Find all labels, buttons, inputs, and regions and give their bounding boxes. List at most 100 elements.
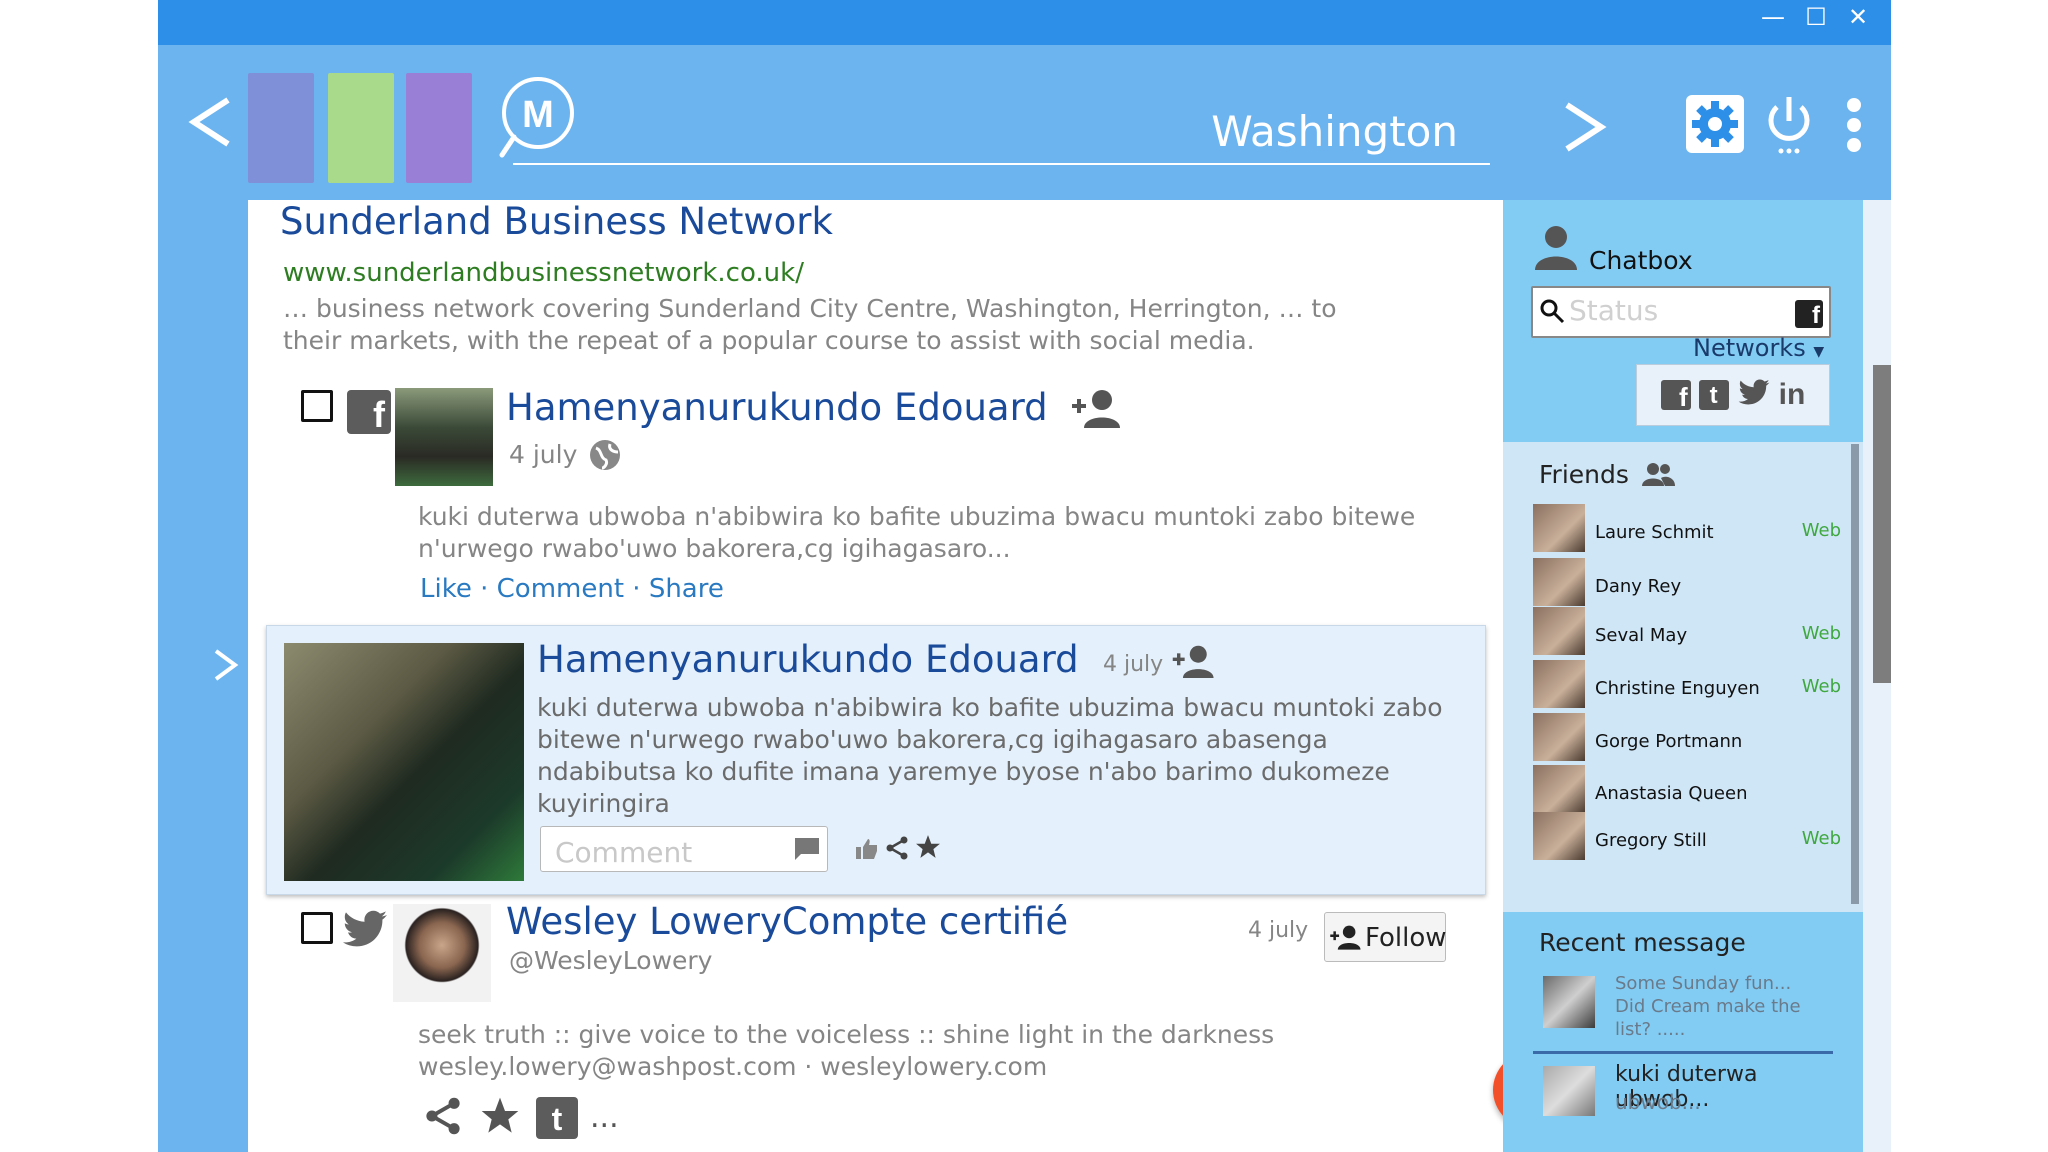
title-bar: — ☐ ✕ [158, 0, 1891, 45]
expanded-text-line4: kuyiringira [537, 789, 670, 818]
minimize-button[interactable]: — [1753, 0, 1793, 34]
tumblr-icon[interactable]: t [536, 1097, 578, 1139]
friend-avatar [1533, 812, 1585, 860]
post-author[interactable]: Hamenyanurukundo Edouard [506, 386, 1048, 429]
expanded-text-line1: kuki duterwa ubwoba n'abibwira ko bafite… [537, 693, 1443, 722]
post-checkbox[interactable] [301, 390, 333, 422]
share-icon[interactable] [885, 836, 909, 864]
twitter-icon[interactable] [1737, 379, 1771, 411]
message-avatar [1543, 1066, 1595, 1116]
linkedin-icon[interactable]: in [1779, 378, 1806, 412]
feed: Sunderland Business Network www.sunderla… [248, 200, 1503, 1152]
post2-bio-line2: wesley.lowery@washpost.com · wesleylower… [418, 1052, 1048, 1081]
friend-avatar [1533, 660, 1585, 708]
friend-item[interactable]: Dany Rey [1533, 558, 1833, 608]
message-item[interactable]: Some Sunday fun... Did Cream make the li… [1533, 972, 1833, 1054]
friend-item[interactable]: Laure Schmit Web [1533, 504, 1841, 554]
expanded-author[interactable]: Hamenyanurukundo Edouard [537, 638, 1079, 681]
star-icon[interactable] [480, 1096, 520, 1140]
share-icon[interactable] [424, 1097, 462, 1139]
power-icon[interactable] [1763, 93, 1815, 157]
share-link[interactable]: Share [649, 574, 724, 604]
friends-scrollbar[interactable] [1851, 444, 1859, 904]
status-placeholder: Status [1569, 294, 1659, 327]
tile-3[interactable] [406, 73, 472, 183]
post-text-line2: n'urwego rwabo'uwo bakorera,cg igihagasa… [418, 534, 1011, 563]
friends-panel: Friends Laure Schmit Web Dany Rey Seval May… [1503, 442, 1863, 912]
search-input[interactable]: Washington [998, 107, 1458, 156]
expanded-text-line3: ndabibutsa ko dufite imana yaremye byose… [537, 757, 1390, 786]
friend-item[interactable]: Anastasia Queen [1533, 765, 1833, 815]
tile-2[interactable] [328, 73, 394, 183]
friend-avatar [1533, 713, 1585, 761]
friend-status: Web [1801, 676, 1841, 697]
facebook-icon: f [1795, 300, 1823, 329]
post2-handle[interactable]: @WesleyLowery [509, 946, 712, 975]
forward-arrow-icon[interactable] [1563, 100, 1607, 164]
comment-placeholder: Comment [555, 836, 693, 869]
tile-1[interactable] [248, 73, 314, 183]
comment-send-icon[interactable] [793, 836, 821, 866]
comment-input[interactable]: Comment [540, 826, 828, 872]
follow-button[interactable]: Follow [1324, 912, 1447, 962]
result-title[interactable]: Sunderland Business Network [280, 200, 833, 243]
thumbs-up-icon[interactable] [855, 838, 879, 864]
networks-label: Networks [1693, 334, 1806, 362]
more-vertical-icon[interactable] [1843, 97, 1865, 153]
sidebar: Chatbox Status f Networks ▼ f t in Frien… [1503, 200, 1863, 1152]
message-item[interactable]: kuki duterwa ubwob... ubwob... [1533, 1060, 1853, 1130]
user-icon [1533, 224, 1579, 274]
recent-message-title: Recent message [1539, 928, 1746, 957]
post2-author[interactable]: Wesley LoweryCompte certifié [506, 900, 1068, 943]
star-icon[interactable] [915, 834, 941, 864]
comment-link[interactable]: Comment [497, 574, 624, 604]
facebook-icon: f [347, 390, 391, 435]
post-date: 4 july [509, 440, 578, 469]
networks-dropdown[interactable]: Networks ▼ [1693, 334, 1824, 362]
add-friend-icon[interactable] [1171, 644, 1217, 682]
author-avatar[interactable] [395, 388, 493, 486]
expanded-text-line2: bitewe n'urwego rwabo'uwo bakorera,cg ig… [537, 725, 1328, 754]
friend-name: Christine Enguyen [1595, 678, 1760, 699]
expand-arrow-icon[interactable] [213, 648, 239, 686]
friend-avatar [1533, 504, 1585, 552]
settings-gear-icon[interactable] [1686, 95, 1744, 153]
separator: · [480, 574, 489, 604]
logo-text: M [522, 94, 554, 136]
friend-item[interactable]: Christine Enguyen Web [1533, 660, 1841, 710]
message-preview-line1: Some Sunday fun... [1615, 973, 1792, 994]
more-options[interactable]: ... [590, 1100, 619, 1135]
friend-status: Web [1801, 520, 1841, 541]
maximize-button[interactable]: ☐ [1796, 0, 1836, 34]
expanded-author-photo[interactable] [284, 643, 524, 881]
friend-item[interactable]: Seval May Web [1533, 607, 1841, 657]
friend-item[interactable]: Gregory Still Web [1533, 812, 1841, 862]
app-window: — ☐ ✕ M Washington Sunderland Business N… [158, 0, 1891, 1152]
message-preview: ubwob... [1615, 1090, 1701, 1114]
tumblr-icon[interactable]: t [1698, 380, 1729, 410]
result-snippet-line2: their markets, with the repeat of a popu… [283, 326, 1255, 355]
post-checkbox[interactable] [301, 912, 333, 944]
friend-name: Laure Schmit [1595, 522, 1714, 543]
friend-item[interactable]: Gorge Portmann [1533, 713, 1833, 763]
message-preview-line3: list? ..... [1615, 1019, 1686, 1040]
app-logo-icon[interactable]: M [498, 73, 588, 163]
post2-date: 4 july [1248, 918, 1309, 943]
friend-status: Web [1801, 623, 1841, 644]
friend-avatar [1533, 558, 1585, 606]
add-friend-icon[interactable] [1070, 388, 1124, 432]
add-fab-button[interactable]: + [1493, 1052, 1503, 1128]
back-arrow-icon[interactable] [188, 95, 232, 159]
result-url[interactable]: www.sunderlandbusinessnetwork.co.uk/ [283, 258, 804, 288]
chevron-down-icon: ▼ [1813, 344, 1825, 360]
like-link[interactable]: Like [420, 574, 472, 604]
status-input[interactable]: Status f [1531, 286, 1831, 338]
message-preview-line2: Did Cream make the [1615, 996, 1801, 1017]
friend-avatar [1533, 607, 1585, 655]
facebook-icon[interactable]: f [1660, 380, 1691, 412]
expanded-date: 4 july [1103, 652, 1164, 677]
author-avatar[interactable] [393, 904, 491, 1002]
close-button[interactable]: ✕ [1838, 0, 1878, 34]
window-scrollbar[interactable] [1873, 365, 1891, 683]
follow-label: Follow [1365, 923, 1447, 953]
